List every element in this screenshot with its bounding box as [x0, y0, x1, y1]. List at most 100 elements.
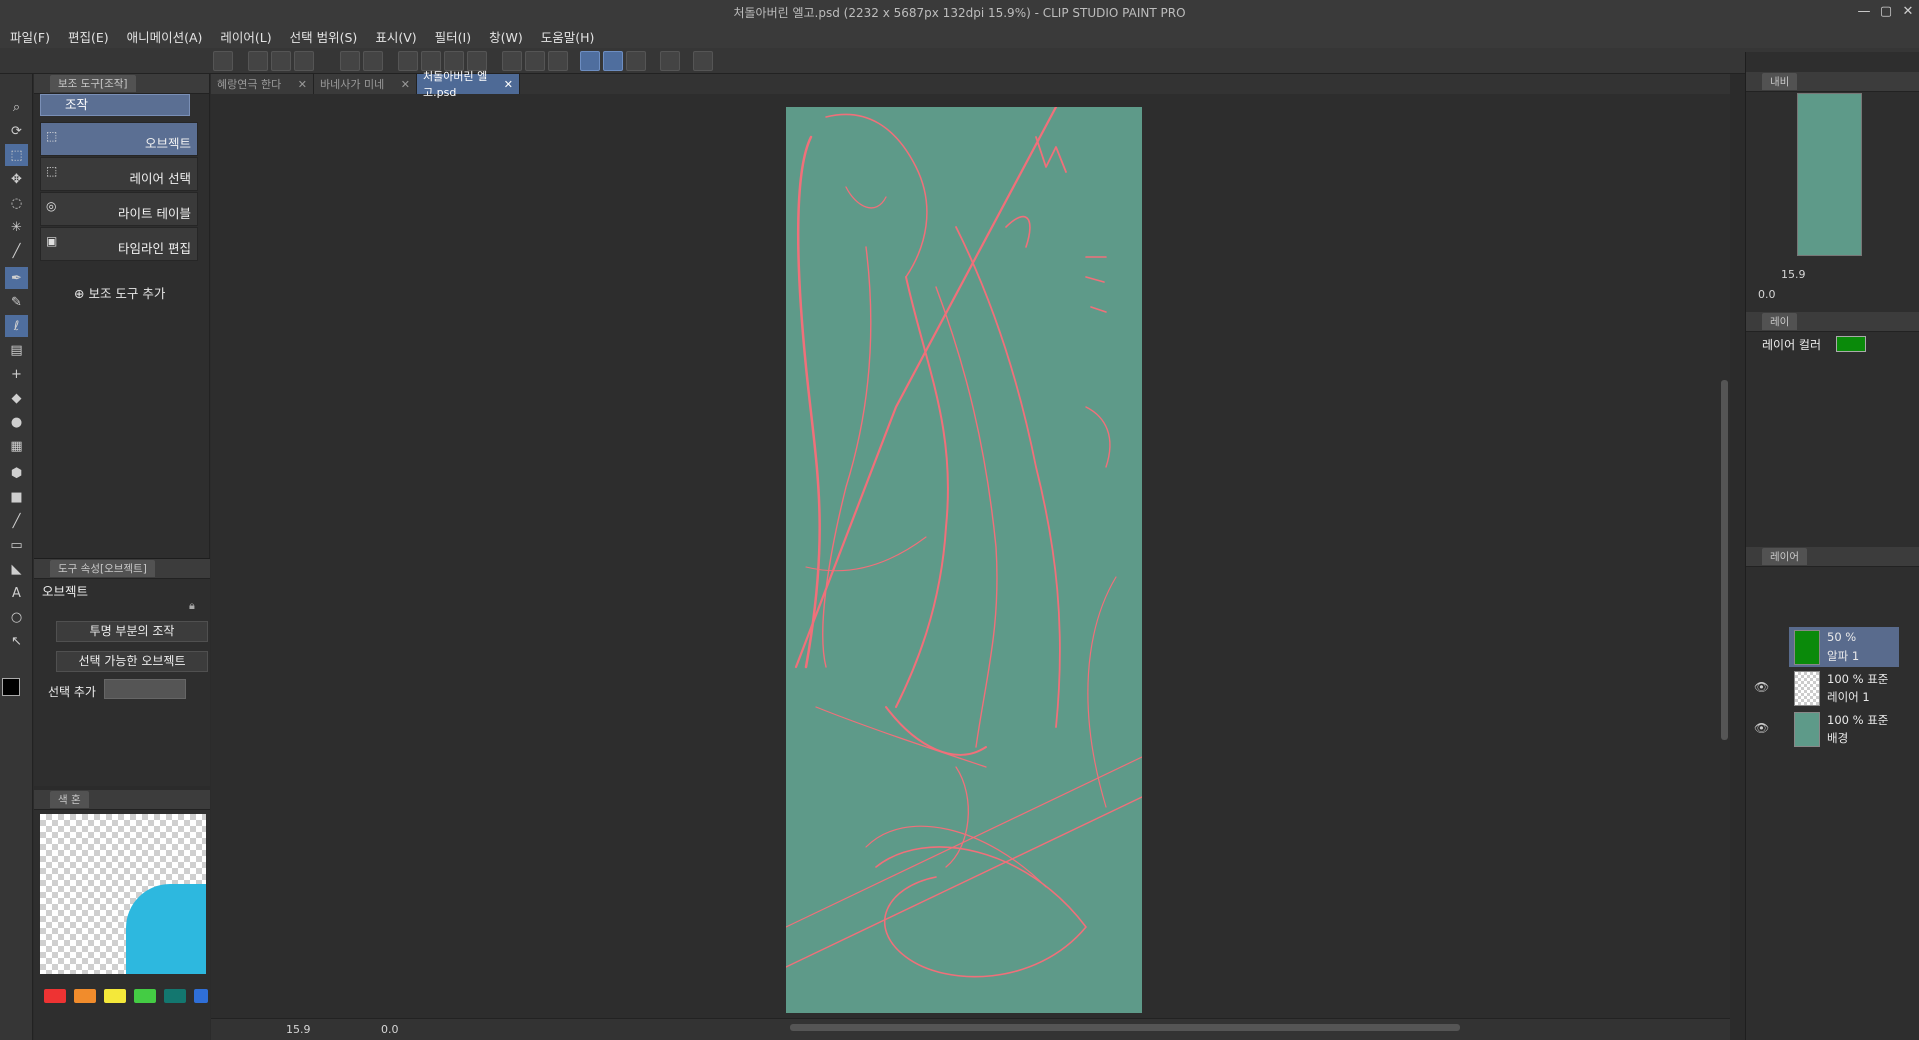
smartphone-icon[interactable] [660, 51, 680, 71]
line-tool-icon[interactable]: ╱ [5, 510, 28, 532]
menu-help[interactable]: 도움말(H) [541, 27, 595, 46]
layer-row-alpha[interactable]: 50 % 알파 1 [1789, 627, 1899, 667]
menu-layer[interactable]: 레이어(L) [220, 27, 271, 46]
navigator-zoom[interactable]: 15.9 [1781, 268, 1806, 281]
gradient-icon[interactable]: ■ [5, 486, 28, 508]
main-color-swatch[interactable] [2, 678, 20, 696]
menu-window[interactable]: 창(W) [489, 27, 523, 46]
layer-color-swatch[interactable] [1836, 336, 1866, 352]
menu-view[interactable]: 표시(V) [375, 27, 416, 46]
vertical-scrollbar[interactable] [1721, 380, 1728, 740]
text-tool-icon[interactable]: A [5, 582, 28, 604]
add-select-label: 선택 추가 [48, 685, 96, 699]
swatch-red[interactable] [44, 989, 66, 1003]
redo-icon[interactable] [363, 51, 383, 71]
subtool-item-light-table[interactable]: ◎ 라이트 테이블 [40, 192, 198, 226]
snap-ruler-icon[interactable] [580, 51, 600, 71]
add-subtool-button[interactable]: ⊕ 보조 도구 추가 [74, 283, 165, 302]
move-tool-icon[interactable]: ⟳ [5, 120, 28, 142]
operation-tool-icon[interactable]: ⬚ [5, 144, 28, 166]
brush-tool-icon[interactable]: ℓ [5, 315, 28, 337]
frame-icon[interactable]: ▭ [5, 534, 28, 556]
move-layer-icon[interactable]: ✥ [5, 168, 28, 190]
magic-wand-icon[interactable]: ✳ [5, 216, 28, 238]
menu-file[interactable]: 파일(F) [10, 27, 50, 46]
menu-selection[interactable]: 선택 범위(S) [290, 27, 358, 46]
subtool-item-layer-select[interactable]: ⬚ 레이어 선택 [40, 157, 198, 191]
zoom-tool-icon[interactable]: ⌕ [5, 96, 28, 118]
correct-line-icon[interactable]: ↖ [5, 630, 28, 652]
close-icon[interactable]: ✕ [1897, 0, 1919, 24]
navigator-thumbnail[interactable] [1797, 93, 1862, 256]
tool-property-panel: 도구 속성[오브젝트] 오브젝트 🔒︎ 투명 부분의 조작 선택 가능한 오브젝… [34, 558, 210, 786]
color-mix-canvas[interactable] [40, 814, 206, 974]
ruler-icon[interactable]: ◣ [5, 558, 28, 580]
menu-bar: 파일(F) 편집(E) 애니메이션(A) 레이어(L) 선택 범위(S) 표시(… [0, 24, 1919, 48]
status-angle[interactable]: 0.0 [381, 1023, 399, 1036]
selection-show-icon[interactable] [548, 51, 568, 71]
eraser-icon[interactable]: ◆ [5, 387, 28, 409]
tab-doc-1[interactable]: 혜랑연극 한다 ✕ [211, 74, 314, 94]
clip-studio-icon[interactable] [213, 51, 233, 71]
layer-select-icon: ⬚ [46, 164, 58, 178]
add-select-mode-buttons[interactable] [104, 679, 186, 699]
menu-edit[interactable]: 편집(E) [68, 27, 109, 46]
balloon-icon[interactable]: ○ [5, 606, 28, 628]
tab-doc-2[interactable]: 바네사가 미네 ✕ [314, 74, 417, 94]
subtool-group-operation[interactable]: 조작 [40, 94, 190, 116]
swatch-teal[interactable] [164, 989, 186, 1003]
swatch-green[interactable] [134, 989, 156, 1003]
layer-thumbnail [1794, 671, 1820, 706]
eye-icon[interactable]: 👁︎ [1754, 721, 1769, 735]
open-file-icon[interactable] [271, 51, 291, 71]
layer-thumbnail [1794, 630, 1820, 665]
decoration-icon[interactable]: + [5, 363, 28, 385]
status-zoom[interactable]: 15.9 [286, 1023, 311, 1036]
pen-tool-icon[interactable]: ✒ [5, 267, 28, 289]
menu-filter[interactable]: 필터(I) [435, 27, 471, 46]
menu-animation[interactable]: 애니메이션(A) [127, 27, 203, 46]
figure-icon[interactable]: ▦ [5, 435, 28, 457]
subtool-item-timeline[interactable]: ▣ 타임라인 편집 [40, 227, 198, 261]
navigator-angle[interactable]: 0.0 [1758, 288, 1776, 301]
window-title: 처돌아버린 엘고.psd (2232 x 5687px 132dpi 15.9%… [733, 5, 1186, 20]
layer-property-header: 레이 [1746, 312, 1919, 332]
horizontal-scrollbar[interactable] [790, 1024, 1460, 1031]
window-controls: — ▢ ✕ [1853, 0, 1919, 24]
clear-icon[interactable] [398, 51, 418, 71]
swatch-yellow[interactable] [104, 989, 126, 1003]
tab-doc-3[interactable]: 처돌아버린 엘고.psd ✕ [417, 70, 520, 99]
close-tab-icon[interactable]: ✕ [298, 78, 307, 91]
clip-studio-window: 처돌아버린 엘고.psd (2232 x 5687px 132dpi 15.9%… [0, 0, 1919, 1040]
lock-icon[interactable]: 🔒︎ [189, 599, 195, 613]
eyedropper-icon[interactable]: ╱ [5, 240, 28, 262]
new-file-icon[interactable] [248, 51, 268, 71]
pencil-tool-icon[interactable]: ✎ [5, 291, 28, 313]
selectable-object-dropdown[interactable]: 선택 가능한 오브젝트 [56, 651, 208, 672]
canvas-paper[interactable] [786, 107, 1142, 1013]
fill-bucket-icon[interactable]: ⬢ [5, 462, 28, 484]
help-icon[interactable] [693, 51, 713, 71]
swatch-blue[interactable] [194, 989, 208, 1003]
close-tab-icon[interactable]: ✕ [504, 78, 513, 91]
minimize-icon[interactable]: — [1853, 0, 1875, 24]
transparent-op-dropdown[interactable]: 투명 부분의 조작 [56, 621, 208, 642]
layer-row-background[interactable]: 100 % 표준 배경 [1789, 709, 1899, 749]
deselect-icon[interactable] [502, 51, 522, 71]
undo-icon[interactable] [340, 51, 360, 71]
layer-row-layer1[interactable]: 100 % 표준 레이어 1 [1789, 668, 1899, 708]
maximize-icon[interactable]: ▢ [1875, 0, 1897, 24]
swatch-orange[interactable] [74, 989, 96, 1003]
snap-grid-icon[interactable] [626, 51, 646, 71]
eye-icon[interactable]: 👁︎ [1754, 680, 1769, 694]
airbrush-icon[interactable]: ▤ [5, 339, 28, 361]
invert-selection-icon[interactable] [525, 51, 545, 71]
command-bar [0, 48, 1919, 74]
document-tabs: 혜랑연극 한다 ✕ 바네사가 미네 ✕ 처돌아버린 엘고.psd ✕ [211, 70, 1730, 99]
blend-icon[interactable]: ● [5, 411, 28, 433]
lasso-icon[interactable]: ◌ [5, 192, 28, 214]
close-tab-icon[interactable]: ✕ [401, 78, 410, 91]
subtool-item-object[interactable]: ⬚ 오브젝트 [40, 122, 198, 156]
snap-special-ruler-icon[interactable] [603, 51, 623, 71]
save-icon[interactable] [294, 51, 314, 71]
